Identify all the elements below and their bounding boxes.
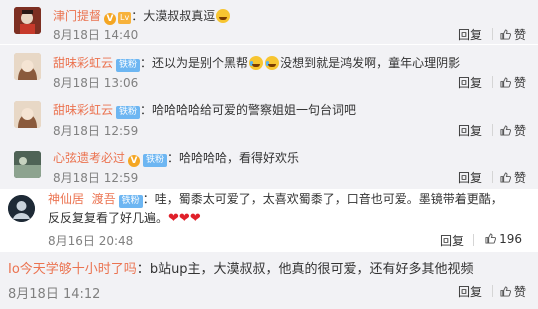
thumbs-up-icon: [500, 125, 511, 136]
thumbs-up-icon: [500, 77, 511, 88]
comment-body: 心弦遗考必过 V 铁粉 ：哈哈哈哈，看得好欢乐: [53, 150, 299, 167]
reply-button[interactable]: 回复: [440, 232, 464, 249]
thumbs-up-icon: [500, 286, 511, 297]
comment-body: 津门提督 V Lv ：大漠叔叔真逗: [53, 8, 231, 25]
comment-item: Io今天学够十小时了吗：b站up主，大漠叔叔，他真的很可爱，还有好多其他视频 8…: [0, 252, 538, 309]
heart-emoji-icon: ❤: [168, 211, 179, 226]
reply-button[interactable]: 回复: [458, 122, 482, 139]
username-link[interactable]: 神仙居: [48, 192, 84, 206]
fan-badge[interactable]: 铁粉: [116, 59, 141, 72]
comment-body: 甜味彩虹云 铁粉 ：哈哈哈哈给可爱的警察姐姐一句台词吧: [53, 102, 356, 119]
comment-time: 8月18日 13:06: [53, 76, 139, 90]
reply-button[interactable]: 回复: [458, 26, 482, 43]
like-button[interactable]: 赞: [500, 74, 526, 91]
comment-time: 8月16日 20:48: [48, 234, 134, 248]
avatar[interactable]: [14, 53, 41, 80]
comment-body-line2: 反反复复看了好几遍。❤❤❤: [48, 210, 201, 226]
comment-text: b站up主，大漠叔叔，他真的很可爱，还有好多其他视频: [149, 262, 474, 277]
like-label: 赞: [513, 124, 526, 138]
comment-time: 8月18日 14:40: [53, 28, 139, 42]
like-button[interactable]: 196: [485, 232, 522, 246]
fan-badge[interactable]: 铁粉: [118, 195, 143, 208]
username-link[interactable]: 心弦遗考必过: [53, 151, 125, 165]
laugh-emoji-icon: [216, 9, 231, 23]
action-divider: [492, 171, 493, 183]
colon-separator: ：: [140, 56, 153, 70]
avatar-image: [14, 7, 41, 34]
comment-text: 还以为是别个黑帮: [152, 56, 249, 70]
avatar-image: [14, 151, 41, 178]
comment-text: 没想到就是鸿发啊，童年心理阴影: [280, 56, 461, 70]
thumbs-up-icon: [500, 29, 511, 40]
verified-v-icon[interactable]: V: [128, 155, 141, 167]
comment-item: 神仙居 渡吾 铁粉 ：哇，蜀黍太可爱了，太喜欢蜀黍了，口音也可爱。墨镜带着更酷， 反…: [0, 189, 538, 251]
comment-text: 大漠叔叔真逗: [143, 9, 216, 23]
action-divider: [492, 28, 493, 40]
colon-separator: ：: [136, 262, 150, 277]
like-count: 196: [499, 232, 522, 246]
avatar[interactable]: [8, 195, 35, 222]
heart-emoji-icon: ❤: [189, 211, 201, 226]
thumbs-up-icon: [500, 172, 511, 183]
verified-v-icon[interactable]: V: [104, 13, 117, 25]
comment-item: 津门提督 V Lv ：大漠叔叔真逗 8月18日 14:40 回复 赞: [0, 0, 538, 44]
comment-text: 哈哈哈哈给可爱的警察姐姐一句台词吧: [152, 103, 357, 117]
like-label: 赞: [513, 76, 526, 90]
colon-separator: ：: [167, 151, 180, 165]
comment-time: 8月18日 12:59: [53, 124, 139, 138]
action-divider: [492, 285, 493, 297]
avatar[interactable]: [14, 7, 41, 34]
comment-item: 心弦遗考必过 V 铁粉 ：哈哈哈哈，看得好欢乐 8月18日 12:59 回复 赞: [0, 143, 538, 189]
action-divider: [492, 76, 493, 88]
comment-text: 哇，蜀黍太可爱了，太喜欢蜀黍了，口音也可爱。墨镜带着更酷，: [154, 192, 503, 206]
colon-separator: ：: [142, 192, 155, 206]
avatar[interactable]: [14, 151, 41, 178]
comment-time: 8月18日 12:59: [53, 171, 139, 185]
comment-text: 反反复复看了好几遍。: [48, 211, 169, 225]
comment-time: 8月18日 14:12: [8, 287, 101, 302]
avatar[interactable]: [14, 101, 41, 128]
like-button[interactable]: 赞: [500, 283, 526, 300]
heart-emoji-icon: ❤: [178, 211, 190, 226]
thumbs-up-icon: [485, 233, 497, 244]
username-link[interactable]: Io今天学够十小时了吗: [8, 262, 137, 277]
cry-laugh-emoji-icon: [265, 56, 280, 70]
like-label: 赞: [513, 28, 526, 42]
avatar-image: [14, 53, 41, 80]
username-link[interactable]: 渡吾: [92, 192, 116, 206]
comment-body: 甜味彩虹云 铁粉 ：还以为是别个黑帮 没想到就是鸿发啊，童年心理阴影: [53, 55, 460, 72]
fan-badge[interactable]: 铁粉: [143, 154, 168, 167]
level-badge-icon[interactable]: Lv: [118, 12, 132, 24]
comment-item: 甜味彩虹云 铁粉 ：还以为是别个黑帮 没想到就是鸿发啊，童年心理阴影 8月18日 13…: [0, 45, 538, 93]
comment-body: Io今天学够十小时了吗：b站up主，大漠叔叔，他真的很可爱，还有好多其他视频: [8, 261, 474, 278]
username-link[interactable]: 甜味彩虹云: [53, 56, 113, 70]
action-divider: [473, 234, 474, 246]
like-button[interactable]: 赞: [500, 26, 526, 43]
avatar-image: [8, 195, 35, 222]
like-label: 赞: [513, 171, 526, 185]
like-button[interactable]: 赞: [500, 169, 526, 186]
reply-button[interactable]: 回复: [458, 283, 482, 300]
fan-badge[interactable]: 铁粉: [116, 106, 141, 119]
colon-separator: ：: [131, 9, 144, 23]
comment-body: 神仙居 渡吾 铁粉 ：哇，蜀黍太可爱了，太喜欢蜀黍了，口音也可爱。墨镜带着更酷，: [48, 191, 503, 208]
like-button[interactable]: 赞: [500, 122, 526, 139]
like-label: 赞: [513, 285, 526, 299]
username-link[interactable]: 津门提督: [53, 9, 101, 23]
reply-button[interactable]: 回复: [458, 169, 482, 186]
reply-button[interactable]: 回复: [458, 74, 482, 91]
comment-text: 哈哈哈哈，看得好欢乐: [179, 151, 300, 165]
avatar-image: [14, 101, 41, 128]
username-link[interactable]: 甜味彩虹云: [53, 103, 113, 117]
colon-separator: ：: [140, 103, 153, 117]
cry-laugh-emoji-icon: [249, 56, 264, 70]
action-divider: [492, 124, 493, 136]
comment-item: 甜味彩虹云 铁粉 ：哈哈哈哈给可爱的警察姐姐一句台词吧 8月18日 12:59 回复…: [0, 93, 538, 143]
